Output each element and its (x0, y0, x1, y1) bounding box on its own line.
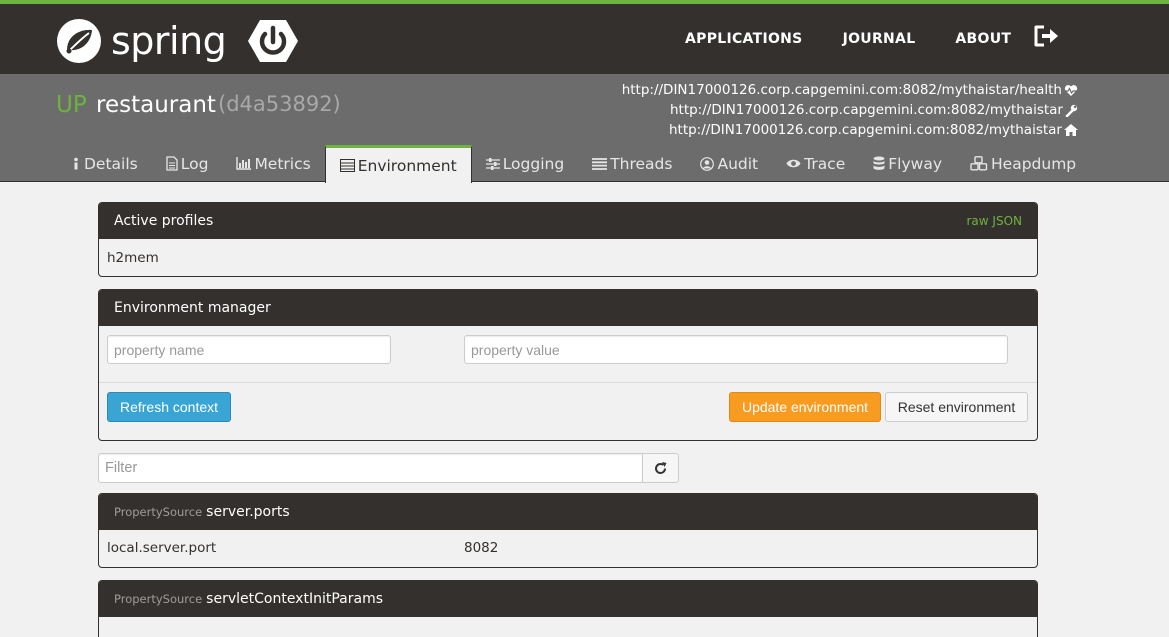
tab-label: Heapdump (991, 154, 1077, 173)
threads-icon (592, 157, 608, 170)
tab-label: Logging (502, 154, 565, 173)
health-url[interactable]: http://DIN17000126.corp.capgemini.com:80… (622, 80, 1062, 100)
environment-manager-panel: Environment manager property name proper… (98, 289, 1038, 441)
service-url[interactable]: http://DIN17000126.corp.capgemini.com:80… (669, 120, 1062, 140)
info-icon (74, 157, 78, 169)
health-url-row[interactable]: http://DIN17000126.corp.capgemini.com:80… (622, 80, 1078, 100)
tab-label: Threads (610, 154, 673, 173)
tab-audit[interactable]: Audit (686, 145, 772, 182)
panel-header: Active profiles raw JSON (99, 203, 1037, 239)
tab-environment[interactable]: Environment (324, 145, 472, 183)
property-value-input[interactable]: property value (464, 335, 1008, 364)
panel-body: h2mem (99, 239, 1037, 276)
panel-header: PropertySource servletContextInitParams (99, 581, 1037, 617)
app-status: UP (56, 92, 87, 118)
property-source-prefix: PropertySource (114, 505, 203, 519)
property-source-panel: PropertySource servletContextInitParams (98, 580, 1038, 637)
panel-title: Environment manager (114, 300, 271, 316)
file-icon (166, 156, 178, 171)
app-urls: http://DIN17000126.corp.capgemini.com:80… (622, 80, 1078, 140)
tab-heapdump[interactable]: Heapdump (956, 145, 1090, 182)
panel-title: Active profiles (114, 213, 214, 229)
brand-name: spring (111, 19, 227, 63)
tab-label: Environment (357, 156, 457, 175)
tab-threads[interactable]: Threads (578, 145, 686, 182)
spring-leaf-icon (57, 19, 101, 63)
brand[interactable]: spring (55, 17, 299, 65)
top-navbar: spring APPLICATIONS JOURNAL ABOUT (0, 0, 1169, 74)
tab-metrics[interactable]: Metrics (222, 145, 324, 182)
user-icon (700, 156, 715, 171)
app-id: (d4a53892) (218, 92, 341, 116)
tab-label: Audit (717, 154, 759, 173)
nav-journal[interactable]: JOURNAL (843, 31, 916, 47)
eye-icon (786, 159, 801, 168)
list-icon (339, 159, 355, 172)
tab-label: Log (180, 154, 209, 173)
filter-input[interactable]: Filter (98, 453, 643, 483)
panel-header: Environment manager (99, 290, 1037, 326)
property-key: local.server.port (107, 540, 217, 556)
tab-trace[interactable]: Trace (772, 145, 859, 182)
tab-label: Metrics (254, 154, 311, 173)
property-source-prefix: PropertySource (114, 592, 203, 606)
update-environment-button[interactable]: Update environment (729, 392, 881, 422)
service-url-row[interactable]: http://DIN17000126.corp.capgemini.com:80… (622, 120, 1078, 140)
logout-icon[interactable] (1032, 24, 1060, 48)
sliders-icon (485, 157, 500, 170)
tab-logging[interactable]: Logging (472, 145, 579, 182)
property-value: 8082 (464, 540, 499, 556)
tab-label: Details (84, 154, 138, 173)
management-url[interactable]: http://DIN17000126.corp.capgemini.com:80… (670, 100, 1063, 120)
application-header: UP restaurant (d4a53892) http://DIN17000… (0, 74, 1169, 183)
panel-header: PropertySource server.ports (99, 494, 1037, 530)
tab-label: Trace (804, 154, 846, 173)
property-row: property name property value (99, 326, 1037, 383)
nav-about[interactable]: ABOUT (955, 31, 1011, 47)
active-profiles-panel: Active profiles raw JSON h2mem (98, 202, 1038, 277)
nav-applications[interactable]: APPLICATIONS (685, 31, 803, 47)
heartbeat-icon (1064, 84, 1078, 96)
bar-chart-icon (236, 157, 252, 170)
property-source-name: servletContextInitParams (206, 591, 383, 607)
app-name: restaurant (96, 92, 216, 118)
tab-bar: Details Log Metrics Environment Logging … (57, 145, 1090, 183)
raw-json-link[interactable]: raw JSON (967, 214, 1023, 228)
tab-label: Flyway (888, 154, 942, 173)
wrench-icon (1065, 104, 1078, 117)
property-source-name: server.ports (206, 504, 290, 520)
home-icon (1064, 124, 1078, 136)
refresh-context-button[interactable]: Refresh context (107, 392, 231, 422)
actions-row: Refresh context Update environment Reset… (99, 383, 1037, 440)
cubes-icon (970, 156, 988, 171)
property-name-input[interactable]: property name (107, 335, 391, 364)
database-icon (873, 156, 885, 170)
refresh-filter-button[interactable] (642, 453, 679, 483)
reset-environment-button[interactable]: Reset environment (885, 392, 1028, 422)
tab-flyway[interactable]: Flyway (859, 145, 956, 182)
management-url-row[interactable]: http://DIN17000126.corp.capgemini.com:80… (622, 100, 1078, 120)
spring-boot-power-icon (248, 20, 299, 62)
property-source-panel: PropertySource server.ports local.server… (98, 493, 1038, 568)
tab-log[interactable]: Log (152, 145, 223, 182)
refresh-icon (655, 461, 667, 474)
tab-details[interactable]: Details (57, 145, 152, 182)
active-profile-value: h2mem (107, 249, 159, 266)
property-row: local.server.port 8082 (99, 530, 1037, 567)
